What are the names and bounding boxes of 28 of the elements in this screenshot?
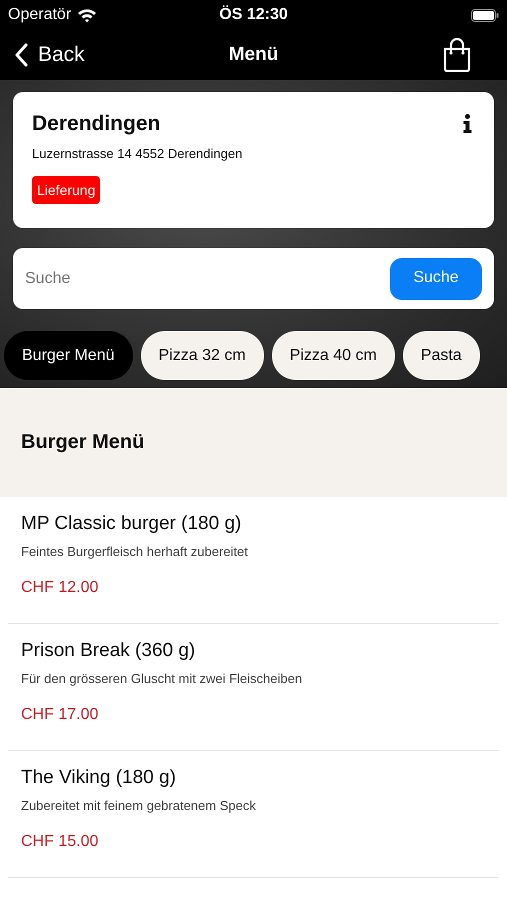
category-tab[interactable]: Pizza 40 cm [272, 331, 395, 380]
section-title: Burger Menü [21, 431, 144, 454]
screen-title: Menü [228, 44, 278, 65]
chevron-left-icon [14, 43, 28, 67]
search-field[interactable]: Suche Suche [13, 248, 494, 309]
category-tab[interactable]: Pasta [402, 331, 480, 380]
item-price: CHF 12.00 [21, 579, 100, 597]
wifi-icon [77, 8, 98, 22]
item-description: Für den grösseren Gluscht mit zwei Fleischeiben [21, 671, 304, 686]
info-icon[interactable] [463, 114, 472, 133]
store-name: Derendingen [32, 112, 160, 136]
store-address: Luzernstrasse 14 4552 Derendingen [32, 146, 244, 161]
item-name[interactable]: The Viking (180 g) [21, 767, 486, 789]
delivery-tag: Lieferung [32, 176, 100, 204]
item-description: Zubereitet mit feinem gebratenem Speck [21, 798, 257, 813]
item-price: CHF 17.00 [21, 706, 100, 724]
search-button[interactable]: Suche [390, 258, 482, 300]
category-tab[interactable]: Pizza 32 cm [140, 331, 264, 380]
carrier-label: Operatör [8, 6, 72, 24]
clock: ÖS 12:30 [219, 6, 288, 23]
category-tab[interactable]: Burger Menü [4, 331, 132, 380]
back-button[interactable]: Back [14, 43, 85, 67]
item-name[interactable]: Prison Break (360 g) [21, 640, 486, 662]
shopping-bag-icon[interactable] [443, 38, 471, 72]
battery-icon [471, 8, 499, 22]
item-price: CHF 15.00 [21, 833, 100, 851]
item-description: Feintes Burgerfleisch herhaft zubereitet [21, 544, 249, 559]
item-name[interactable]: MP Classic burger (180 g) [21, 513, 486, 535]
